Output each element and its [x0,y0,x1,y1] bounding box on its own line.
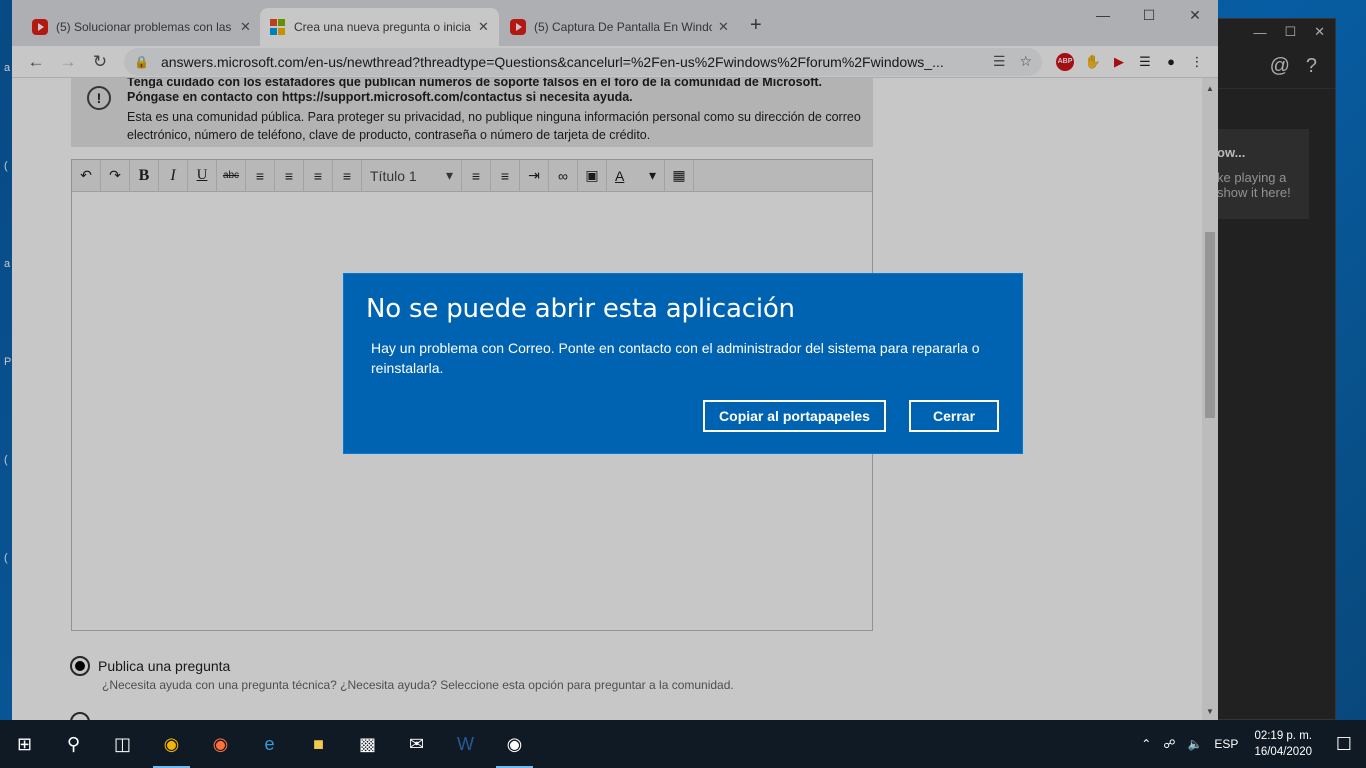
file-explorer-icon[interactable]: ■ [294,720,343,768]
task-view-icon[interactable]: ◫ [98,720,147,768]
word-icon[interactable]: W [441,720,490,768]
error-dialog: No se puede abrir esta aplicación Hay un… [343,273,1023,454]
clock[interactable]: 02:19 p. m. 16/04/2020 [1244,728,1322,760]
search-icon[interactable]: ⚲ [49,720,98,768]
clock-time: 02:19 p. m. [1254,730,1312,742]
system-tray: ⌃ ☍ 🔈 ESP 02:19 p. m. 16/04/2020 ☐ [1135,720,1366,768]
mail-icon[interactable]: ✉ [392,720,441,768]
chrome-icon[interactable]: ◉ [147,720,196,768]
dialog-message: Hay un problema con Correo. Ponte en con… [371,340,980,376]
discord-icon[interactable]: ◉ [490,720,539,768]
network-icon[interactable]: ☍ [1157,737,1181,751]
dialog-title: No se puede abrir esta aplicación [366,294,795,324]
taskbar: ⊞ ⚲ ◫ ◉ ◉ e ■ ▩ ✉ W ◉ ⌃ ☍ 🔈 ESP 02:19 p.… [0,720,1366,768]
clock-date: 16/04/2020 [1254,746,1312,758]
store-icon[interactable]: ▩ [343,720,392,768]
copy-to-clipboard-button[interactable]: Copiar al portapapeles [703,400,886,432]
notifications-icon[interactable]: ☐ [1322,734,1366,755]
close-button[interactable]: Cerrar [909,400,999,432]
language-indicator[interactable]: ESP [1208,737,1244,751]
edge-icon[interactable]: e [245,720,294,768]
volume-icon[interactable]: 🔈 [1181,737,1208,751]
firefox-icon[interactable]: ◉ [196,720,245,768]
chevron-up-icon[interactable]: ⌃ [1135,737,1157,751]
start-windows-icon[interactable]: ⊞ [0,720,49,768]
